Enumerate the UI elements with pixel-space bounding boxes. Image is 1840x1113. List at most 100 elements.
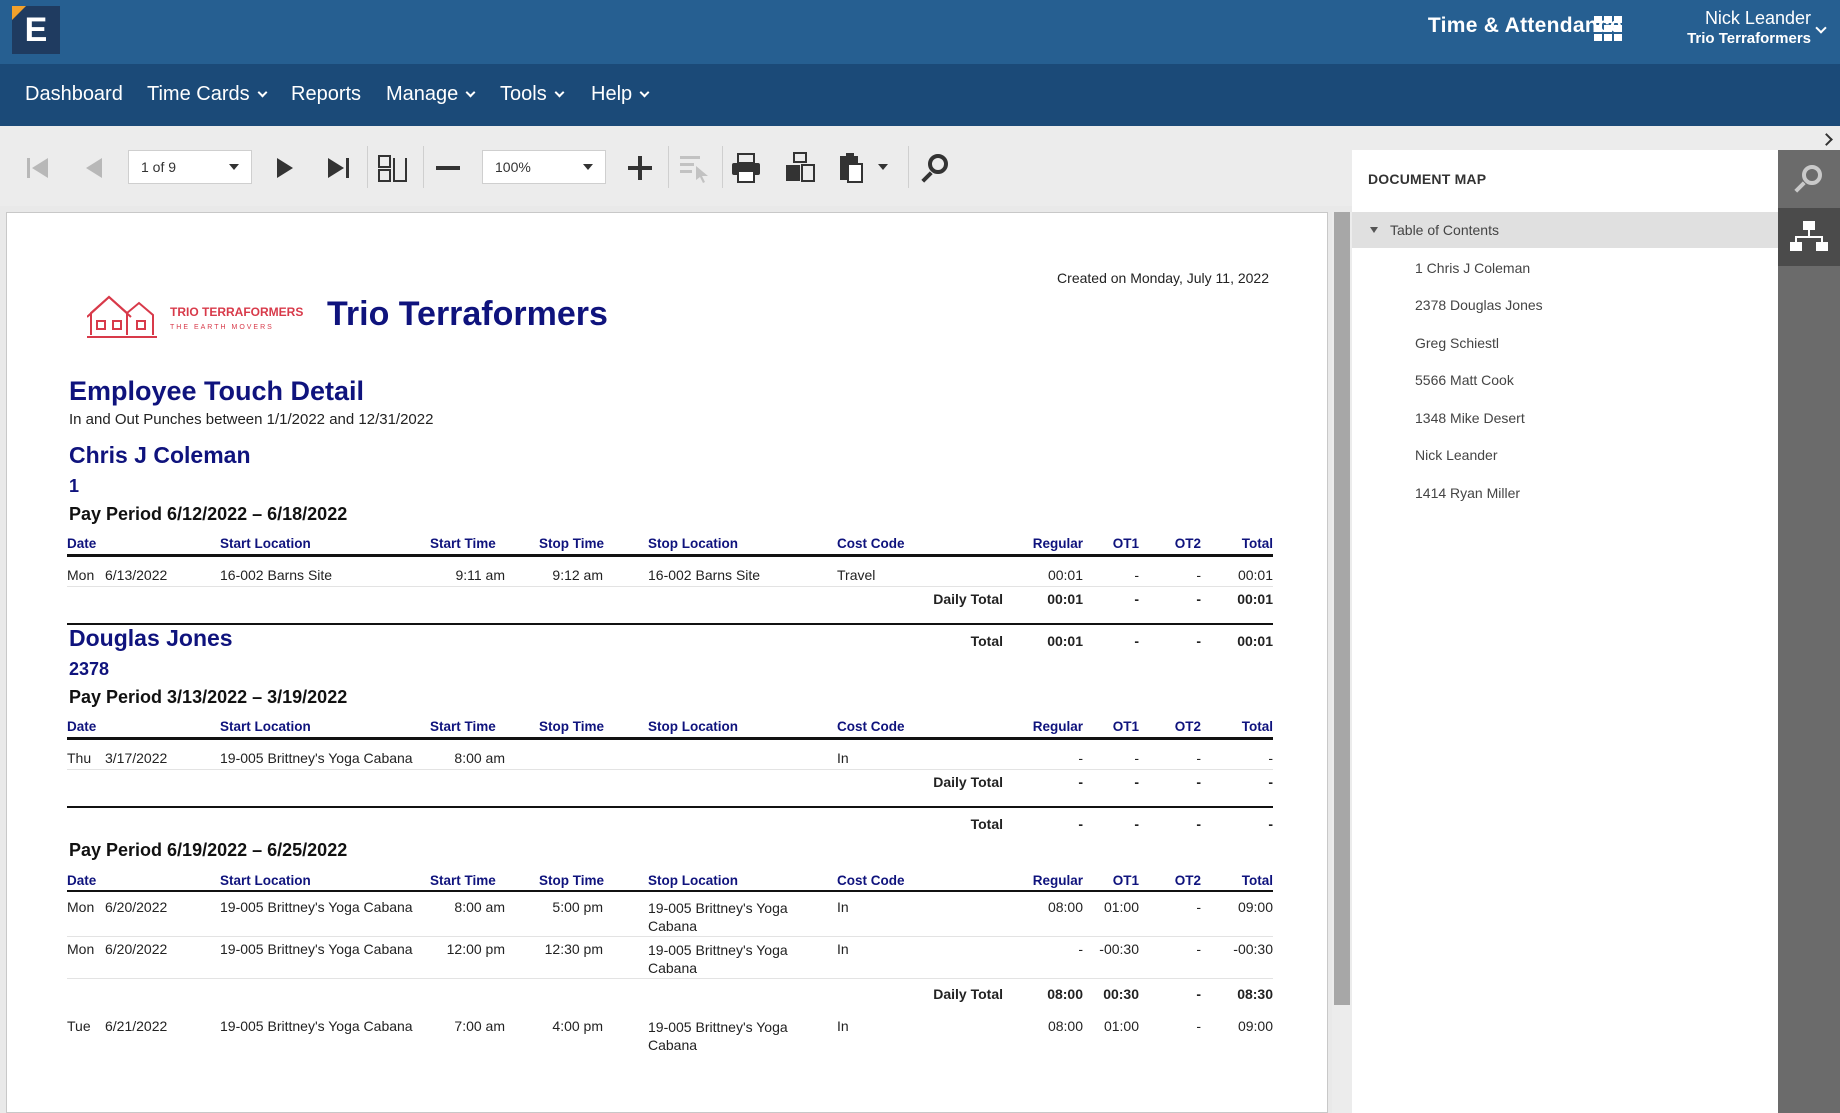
select-tool-icon[interactable] <box>676 150 712 186</box>
app-header: E Time & Attendance Nick Leander Trio Te… <box>0 0 1840 64</box>
report-subtitle: In and Out Punches between 1/1/2022 and … <box>69 411 434 428</box>
page-number-select[interactable]: 1 of 9 <box>128 150 252 184</box>
search-icon[interactable] <box>917 150 953 186</box>
column-header-ot2: OT2 <box>1174 873 1201 888</box>
dropdown-caret-icon <box>229 164 239 170</box>
zoom-in-icon[interactable] <box>622 150 658 186</box>
column-header-total: Total <box>1241 719 1273 734</box>
next-page-icon[interactable] <box>266 150 302 186</box>
table-row: Mon 6/13/2022 16-002 Barns Site 9:11 am 9… <box>67 563 1273 587</box>
report-scrollbar-thumb[interactable] <box>1334 212 1350 1005</box>
export-icon[interactable] <box>836 150 872 186</box>
chevron-down-icon <box>465 87 476 98</box>
print-preview-icon[interactable] <box>782 150 818 186</box>
cell-day-of-week: Thu <box>67 750 92 766</box>
daily-total-row: Daily Total 08:00 00:30 - 08:30 <box>67 979 1273 1009</box>
cell-date-value: 6/20/2022 <box>105 941 168 957</box>
column-header-date: Date <box>67 536 97 551</box>
cell-ot2: - <box>1196 941 1201 957</box>
cell-cost-code: In <box>837 899 849 915</box>
user-menu-chevron-icon[interactable] <box>1815 22 1827 34</box>
column-header-stop-time: Stop Time <box>539 719 605 734</box>
cell-ot1: -00:30 <box>1099 941 1139 957</box>
nav-reports[interactable]: Reports <box>291 83 361 106</box>
app-logo[interactable]: E <box>12 6 60 54</box>
toc-item[interactable]: 2378 Douglas Jones <box>1415 297 1543 313</box>
toc-item[interactable]: 1414 Ryan Miller <box>1415 485 1520 501</box>
daily-total-regular: 00:01 <box>1047 591 1083 607</box>
user-name[interactable]: Nick Leander <box>1600 8 1811 29</box>
cell-start-location: 16-002 Barns Site <box>220 567 333 583</box>
previous-page-icon[interactable] <box>76 150 112 186</box>
cell-ot2: - <box>1196 1018 1201 1034</box>
zoom-select[interactable]: 100% <box>482 150 606 184</box>
user-organization[interactable]: Trio Terraformers <box>1600 30 1811 47</box>
column-header-start-location: Start Location <box>220 719 311 734</box>
column-header-ot2: OT2 <box>1174 719 1201 734</box>
cell-start-time: 7:00 am <box>454 1018 505 1034</box>
nav-tools[interactable]: Tools <box>500 83 565 106</box>
cell-stop-location: 19-005 Brittney's Yoga Cabana <box>648 900 788 934</box>
cell-start-time: 8:00 am <box>454 750 505 766</box>
cell-cost-code: In <box>837 750 849 766</box>
daily-total-row: Daily Total 00:01 - - 00:01 <box>67 587 1273 611</box>
report-title: Employee Touch Detail <box>69 376 365 406</box>
page-layout-icon[interactable] <box>375 150 411 186</box>
table-row: Mon 6/20/2022 19-005 Brittney's Yoga Caba… <box>67 937 1273 979</box>
nav-help-label: Help <box>591 83 633 105</box>
toc-item[interactable]: 5566 Matt Cook <box>1415 372 1514 388</box>
cell-regular: 08:00 <box>1047 1018 1083 1034</box>
toolbar-divider <box>367 146 368 188</box>
toc-root-label: Table of Contents <box>1390 222 1499 238</box>
print-icon[interactable] <box>728 150 764 186</box>
column-header-cost-code: Cost Code <box>837 873 905 888</box>
cell-total: 09:00 <box>1237 1018 1273 1034</box>
column-header-ot2: OT2 <box>1174 536 1201 551</box>
toc-item[interactable]: 1348 Mike Desert <box>1415 410 1525 426</box>
export-dropdown-caret-icon[interactable] <box>878 164 888 170</box>
toc-root-item[interactable]: Table of Contents <box>1352 212 1778 248</box>
search-panel-button[interactable] <box>1778 150 1840 208</box>
document-map-panel-button[interactable] <box>1778 208 1840 266</box>
toolbar-divider <box>908 146 909 188</box>
nav-dashboard[interactable]: Dashboard <box>25 83 123 106</box>
expand-triangle-icon[interactable] <box>1370 227 1378 233</box>
period-total-row: Total - - - - <box>67 808 1273 840</box>
column-header-date: Date <box>67 873 97 888</box>
cell-date-value: 6/13/2022 <box>105 567 168 583</box>
cell-stop-time: 9:12 am <box>552 567 603 583</box>
table-row: Tue 6/21/2022 19-005 Brittney's Yoga Caba… <box>67 1014 1273 1056</box>
cell-ot2: - <box>1196 750 1201 766</box>
toc-item[interactable]: Greg Schiestl <box>1415 335 1499 351</box>
toc-item[interactable]: 1 Chris J Coleman <box>1415 260 1530 276</box>
nav-help[interactable]: Help <box>591 83 650 106</box>
period-total-row: Total 00:01 - - 00:01 <box>67 625 1273 657</box>
cell-day-of-week: Mon <box>67 567 95 583</box>
column-header-stop-time: Stop Time <box>539 873 605 888</box>
cell-total: -00:30 <box>1233 941 1273 957</box>
daily-total-ot2: - <box>1196 986 1201 1002</box>
daily-total-ot1: 00:30 <box>1103 986 1139 1002</box>
column-header-regular: Regular <box>1032 719 1083 734</box>
cell-cost-code: In <box>837 1018 849 1034</box>
cell-day-of-week: Mon <box>67 899 95 915</box>
daily-total-row: Daily Total - - - - <box>67 770 1273 794</box>
zoom-out-icon[interactable] <box>430 150 466 186</box>
cell-start-time: 8:00 am <box>454 899 505 915</box>
period-total-ot1: - <box>1134 816 1139 832</box>
nav-time-cards[interactable]: Time Cards <box>147 83 268 106</box>
nav-time-cards-label: Time Cards <box>147 83 250 105</box>
zoom-value: 100% <box>495 159 531 175</box>
toc-item[interactable]: Nick Leander <box>1415 447 1498 463</box>
report-page: Created on Monday, July 11, 2022 TRIO TE… <box>6 212 1328 1113</box>
column-header-ot1: OT1 <box>1112 536 1139 551</box>
daily-total-ot2: - <box>1196 774 1201 790</box>
first-page-icon[interactable] <box>20 150 56 186</box>
nav-manage[interactable]: Manage <box>386 83 476 106</box>
cell-ot2: - <box>1196 567 1201 583</box>
employee-id: 2378 <box>69 659 110 679</box>
product-name[interactable]: Time & Attendance <box>1340 14 1622 38</box>
last-page-icon[interactable] <box>320 150 356 186</box>
nav-tools-label: Tools <box>500 83 547 105</box>
column-header-stop-location: Stop Location <box>648 719 738 734</box>
